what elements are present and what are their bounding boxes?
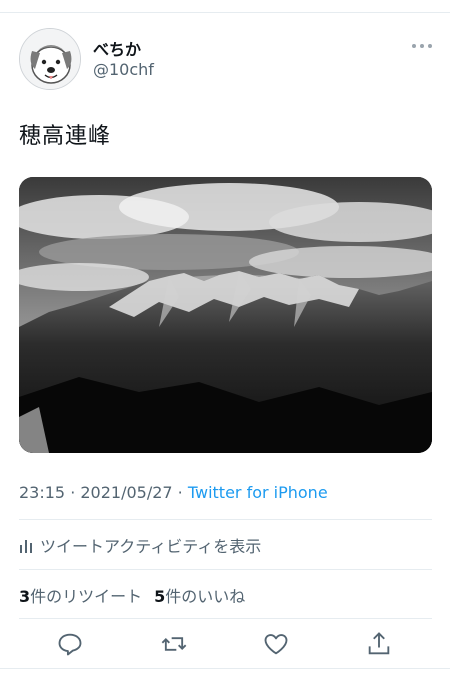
display-name[interactable]: べちか [93, 36, 141, 60]
retweets-label: 件のリツイート [30, 587, 143, 606]
tweet-date: 2021/05/27 [80, 483, 173, 502]
activity-label: ツイートアクティビティを表示 [40, 537, 262, 556]
likes-stat[interactable]: 5件のいいね [154, 587, 245, 606]
likes-count: 5 [154, 587, 166, 606]
divider [19, 519, 432, 520]
retweets-stat[interactable]: 3件のリツイート [19, 587, 142, 606]
divider [19, 569, 432, 570]
reply-icon[interactable] [56, 630, 84, 658]
avatar[interactable] [19, 28, 81, 90]
meta-separator: · [172, 483, 188, 502]
retweet-icon[interactable] [160, 630, 188, 658]
mountain-photo [19, 177, 432, 453]
tweet-text: 穂高連峰 [19, 124, 112, 149]
top-divider [0, 12, 450, 13]
tweet-photo[interactable] [19, 177, 432, 453]
tweet-meta: 23:15 · 2021/05/27 · Twitter for iPhone [19, 483, 328, 502]
bottom-divider [0, 668, 450, 669]
view-tweet-activity[interactable]: ツイートアクティビティを表示 [19, 533, 261, 557]
tweet-actions [0, 626, 450, 662]
retweets-count: 3 [19, 587, 31, 606]
meta-separator: · [65, 483, 81, 502]
share-icon[interactable] [365, 630, 393, 658]
like-icon[interactable] [262, 630, 290, 658]
tweet-source-link[interactable]: Twitter for iPhone [188, 483, 328, 502]
likes-label: 件のいいね [165, 587, 246, 606]
analytics-bars-icon [20, 540, 32, 553]
tweet-time: 23:15 [19, 483, 66, 502]
divider [19, 618, 432, 619]
more-options-icon[interactable] [409, 37, 435, 55]
user-handle[interactable]: @10chf [93, 60, 154, 79]
dog-avatar-icon [20, 29, 80, 89]
engagement-stats: 3件のリツイート 5件のいいね [19, 583, 245, 607]
